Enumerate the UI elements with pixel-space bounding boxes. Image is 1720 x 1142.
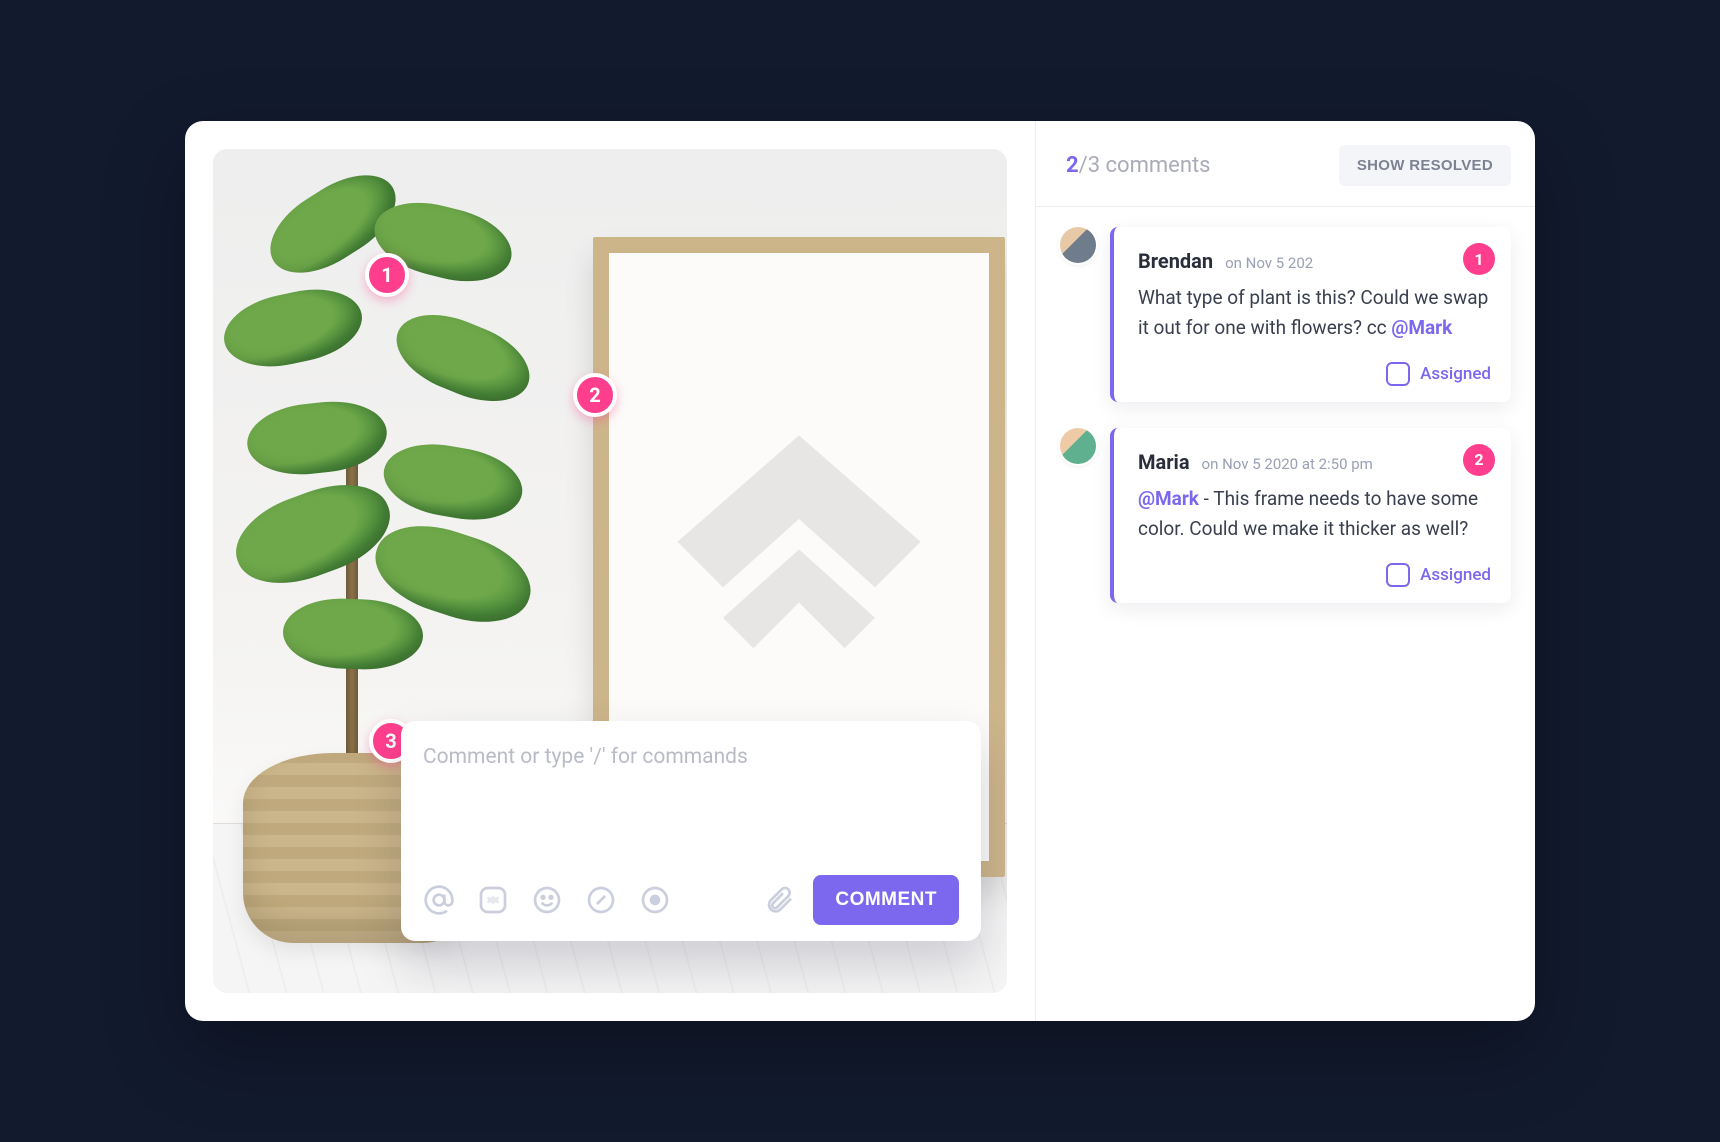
- comment-thread[interactable]: Brendan on Nov 5 202 1 What type of plan…: [1060, 227, 1511, 402]
- comment-card: Maria on Nov 5 2020 at 2:50 pm 2 @Mark -…: [1110, 428, 1511, 603]
- comment-count: 2/3 comments: [1066, 153, 1211, 178]
- show-resolved-button[interactable]: SHOW RESOLVED: [1339, 145, 1511, 186]
- comment-body: What type of plant is this? Could we swa…: [1138, 283, 1491, 344]
- mention-icon[interactable]: [423, 884, 455, 916]
- comment-body: @Mark - This frame needs to have some co…: [1138, 484, 1491, 545]
- app-window: 1 2 3: [185, 121, 1535, 1021]
- sidebar-header: 2/3 comments SHOW RESOLVED: [1036, 121, 1535, 207]
- mention[interactable]: @Mark: [1138, 487, 1199, 510]
- comment-count-total: /3 comments: [1079, 153, 1211, 178]
- canvas-pane: 1 2 3: [185, 121, 1035, 1021]
- assign-icon[interactable]: [477, 884, 509, 916]
- comment-composer: COMMENT: [401, 721, 981, 941]
- comment-author: Maria: [1138, 450, 1190, 474]
- avatar: [1060, 227, 1096, 263]
- slash-command-icon[interactable]: [585, 884, 617, 916]
- thread-marker-badge: 2: [1463, 444, 1495, 476]
- composer-toolbar: COMMENT: [423, 875, 959, 925]
- assigned-toggle[interactable]: Assigned: [1138, 563, 1491, 587]
- comment-count-visible: 2: [1066, 153, 1079, 178]
- assigned-toggle[interactable]: Assigned: [1138, 362, 1491, 386]
- assigned-label: Assigned: [1420, 565, 1491, 585]
- attachment-icon[interactable]: [763, 884, 795, 916]
- annotation-marker-1[interactable]: 1: [365, 253, 409, 297]
- record-icon[interactable]: [639, 884, 671, 916]
- checkbox-icon[interactable]: [1386, 563, 1410, 587]
- submit-comment-button[interactable]: COMMENT: [813, 875, 959, 925]
- comment-input[interactable]: [423, 745, 959, 785]
- proof-image[interactable]: 1 2 3: [213, 149, 1007, 993]
- comment-author: Brendan: [1138, 249, 1213, 273]
- thread-marker-badge: 1: [1463, 243, 1495, 275]
- comment-thread[interactable]: Maria on Nov 5 2020 at 2:50 pm 2 @Mark -…: [1060, 428, 1511, 603]
- comment-timestamp: on Nov 5 202: [1225, 254, 1313, 272]
- avatar: [1060, 428, 1096, 464]
- thread-list: Brendan on Nov 5 202 1 What type of plan…: [1036, 207, 1535, 623]
- comments-sidebar: 2/3 comments SHOW RESOLVED Brendan on No…: [1035, 121, 1535, 1021]
- comment-card: Brendan on Nov 5 202 1 What type of plan…: [1110, 227, 1511, 402]
- mention[interactable]: @Mark: [1391, 316, 1452, 339]
- emoji-icon[interactable]: [531, 884, 563, 916]
- checkbox-icon[interactable]: [1386, 362, 1410, 386]
- assigned-label: Assigned: [1420, 364, 1491, 384]
- comment-timestamp: on Nov 5 2020 at 2:50 pm: [1202, 455, 1373, 473]
- annotation-marker-2[interactable]: 2: [573, 373, 617, 417]
